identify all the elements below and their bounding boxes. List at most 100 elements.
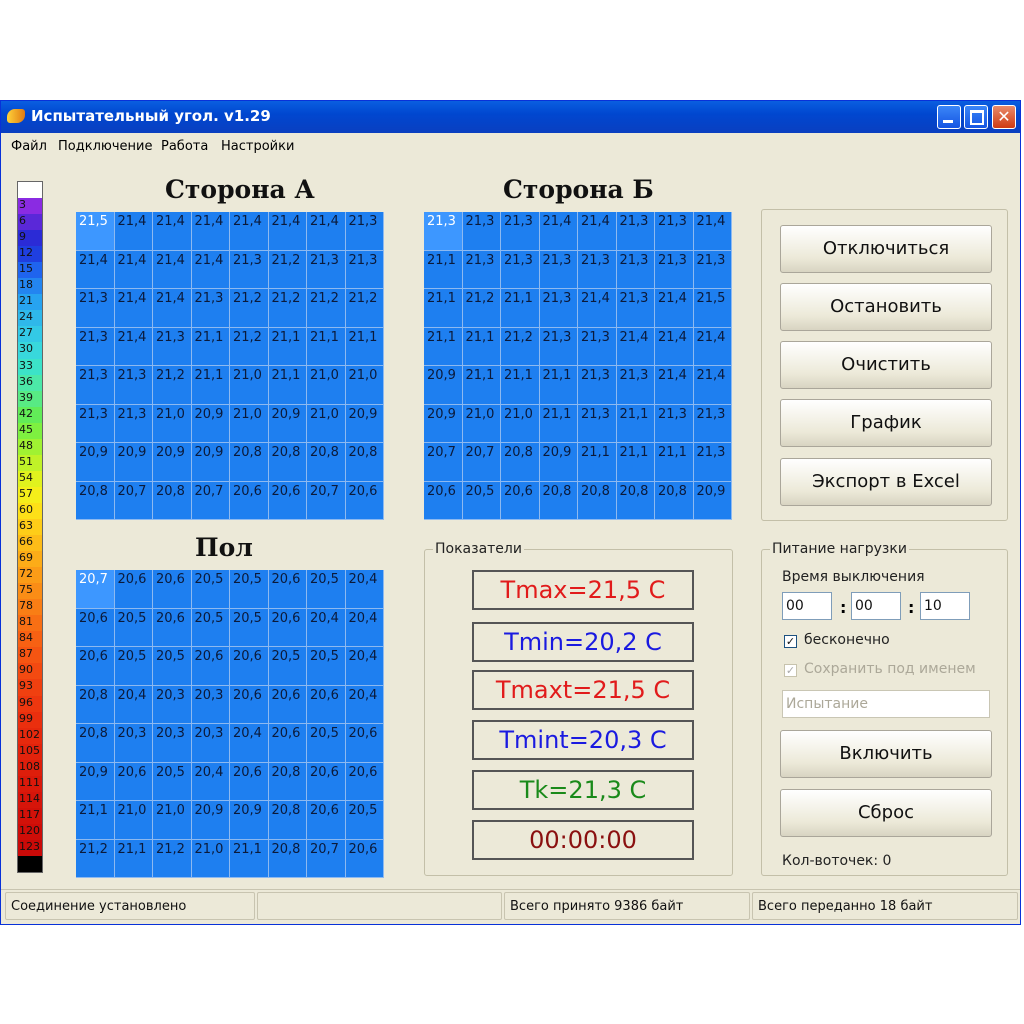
side-a-cell[interactable]: 21,1 [191, 366, 230, 405]
disconnect-button[interactable]: Отключиться [780, 225, 992, 273]
side-b-cell[interactable]: 21,4 [578, 289, 617, 328]
floor-cell[interactable]: 20,5 [307, 647, 346, 686]
floor-cell[interactable]: 20,9 [230, 801, 269, 840]
side-a-cell[interactable]: 20,8 [230, 443, 269, 482]
side-b-cell[interactable]: 21,3 [539, 289, 578, 328]
side-b-cell[interactable]: 20,9 [693, 481, 732, 520]
floor-cell[interactable]: 20,6 [114, 570, 153, 609]
close-button[interactable]: ✕ [992, 105, 1016, 129]
floor-cell[interactable]: 20,5 [114, 647, 153, 686]
floor-cell[interactable]: 21,1 [230, 839, 269, 878]
side-a-cell[interactable]: 20,6 [345, 481, 384, 520]
floor-cell[interactable]: 20,6 [268, 570, 307, 609]
floor-cell[interactable]: 20,8 [268, 801, 307, 840]
side-b-cell[interactable]: 21,0 [462, 404, 501, 443]
side-b-cell[interactable]: 21,3 [616, 250, 655, 289]
side-b-cell[interactable]: 21,4 [655, 366, 694, 405]
side-a-cell[interactable]: 21,2 [268, 250, 307, 289]
floor-cell[interactable]: 20,6 [153, 608, 192, 647]
minimize-button[interactable] [937, 105, 961, 129]
turn-on-button[interactable]: Включить [780, 730, 992, 778]
side-a-cell[interactable]: 21,2 [230, 289, 269, 328]
side-b-cell[interactable]: 20,8 [616, 481, 655, 520]
side-a-cell[interactable]: 20,7 [114, 481, 153, 520]
side-a-cell[interactable]: 21,4 [153, 250, 192, 289]
side-a-cell[interactable]: 21,4 [230, 212, 269, 251]
side-a-cell[interactable]: 21,4 [268, 212, 307, 251]
side-a-cell[interactable]: 21,0 [307, 404, 346, 443]
side-a-cell[interactable]: 21,4 [307, 212, 346, 251]
side-b-cell[interactable]: 21,4 [616, 327, 655, 366]
side-b-cell[interactable]: 21,2 [462, 289, 501, 328]
side-b-cell[interactable]: 21,4 [655, 327, 694, 366]
floor-cell[interactable]: 20,5 [307, 724, 346, 763]
floor-cell[interactable]: 20,6 [114, 762, 153, 801]
floor-cell[interactable]: 20,5 [230, 570, 269, 609]
floor-cell[interactable]: 21,1 [114, 839, 153, 878]
side-b-cell[interactable]: 21,1 [462, 327, 501, 366]
floor-cell[interactable]: 20,6 [153, 570, 192, 609]
floor-cell[interactable]: 20,3 [153, 685, 192, 724]
side-b-cell[interactable]: 21,4 [693, 212, 732, 251]
side-b-cell[interactable]: 20,6 [501, 481, 540, 520]
side-a-cell[interactable]: 21,4 [191, 212, 230, 251]
side-b-cell[interactable]: 21,1 [501, 289, 540, 328]
side-b-cell[interactable]: 20,9 [424, 366, 463, 405]
side-a-cell[interactable]: 21,4 [114, 250, 153, 289]
side-b-cell[interactable]: 20,8 [501, 443, 540, 482]
side-a-cell[interactable]: 21,4 [153, 289, 192, 328]
side-a-cell[interactable]: 21,0 [230, 366, 269, 405]
side-a-cell[interactable]: 20,9 [114, 443, 153, 482]
side-b-cell[interactable]: 21,3 [655, 404, 694, 443]
graph-button[interactable]: График [780, 399, 992, 447]
side-b-cell[interactable]: 21,3 [655, 250, 694, 289]
side-b-cell[interactable]: 21,1 [462, 366, 501, 405]
export-excel-button[interactable]: Экспорт в Excel [780, 458, 992, 506]
title-bar[interactable]: Испытательный угол. v1.29 ✕ [1, 101, 1020, 133]
floor-cell[interactable]: 21,0 [114, 801, 153, 840]
side-a-cell[interactable]: 20,9 [153, 443, 192, 482]
side-b-cell[interactable]: 21,3 [616, 366, 655, 405]
side-a-cell[interactable]: 21,2 [153, 366, 192, 405]
side-a-cell[interactable]: 21,3 [307, 250, 346, 289]
side-b-cell[interactable]: 21,1 [539, 404, 578, 443]
side-a-cell[interactable]: 21,3 [345, 250, 384, 289]
side-a-cell[interactable]: 20,6 [230, 481, 269, 520]
side-b-cell[interactable]: 20,9 [424, 404, 463, 443]
side-b-cell[interactable]: 21,3 [501, 250, 540, 289]
side-b-cell[interactable]: 21,3 [578, 327, 617, 366]
side-a-cell[interactable]: 21,3 [114, 404, 153, 443]
side-a-cell[interactable]: 21,4 [114, 327, 153, 366]
side-b-cell[interactable]: 21,3 [578, 404, 617, 443]
stop-button[interactable]: Остановить [780, 283, 992, 331]
side-a-cell[interactable]: 21,4 [114, 289, 153, 328]
floor-cell[interactable]: 20,6 [191, 647, 230, 686]
floor-cell[interactable]: 20,4 [345, 570, 384, 609]
side-b-cell[interactable]: 21,1 [578, 443, 617, 482]
side-b-cell[interactable]: 21,5 [693, 289, 732, 328]
side-a-cell[interactable]: 21,0 [345, 366, 384, 405]
side-a-cell[interactable]: 21,3 [76, 366, 115, 405]
side-a-cell[interactable]: 21,1 [191, 327, 230, 366]
side-b-cell[interactable]: 20,7 [462, 443, 501, 482]
side-a-cell[interactable]: 20,9 [76, 443, 115, 482]
side-a-cell[interactable]: 21,4 [114, 212, 153, 251]
side-a-cell[interactable]: 21,0 [230, 404, 269, 443]
floor-cell[interactable]: 20,8 [268, 839, 307, 878]
side-b-cell[interactable]: 20,8 [539, 481, 578, 520]
floor-cell[interactable]: 20,4 [345, 685, 384, 724]
side-b-cell[interactable]: 20,6 [424, 481, 463, 520]
floor-cell[interactable]: 20,7 [76, 570, 115, 609]
side-b-cell[interactable]: 21,4 [539, 212, 578, 251]
floor-cell[interactable]: 20,6 [268, 724, 307, 763]
side-a-cell[interactable]: 21,3 [191, 289, 230, 328]
floor-cell[interactable]: 20,3 [153, 724, 192, 763]
menu-work[interactable]: Работа [161, 139, 208, 154]
side-a-cell[interactable]: 21,5 [76, 212, 115, 251]
floor-cell[interactable]: 20,6 [268, 685, 307, 724]
side-b-cell[interactable]: 21,3 [693, 443, 732, 482]
side-b-cell[interactable]: 21,3 [462, 212, 501, 251]
side-a-cell[interactable]: 21,2 [268, 289, 307, 328]
side-b-cell[interactable]: 20,5 [462, 481, 501, 520]
side-a-cell[interactable]: 20,8 [268, 443, 307, 482]
